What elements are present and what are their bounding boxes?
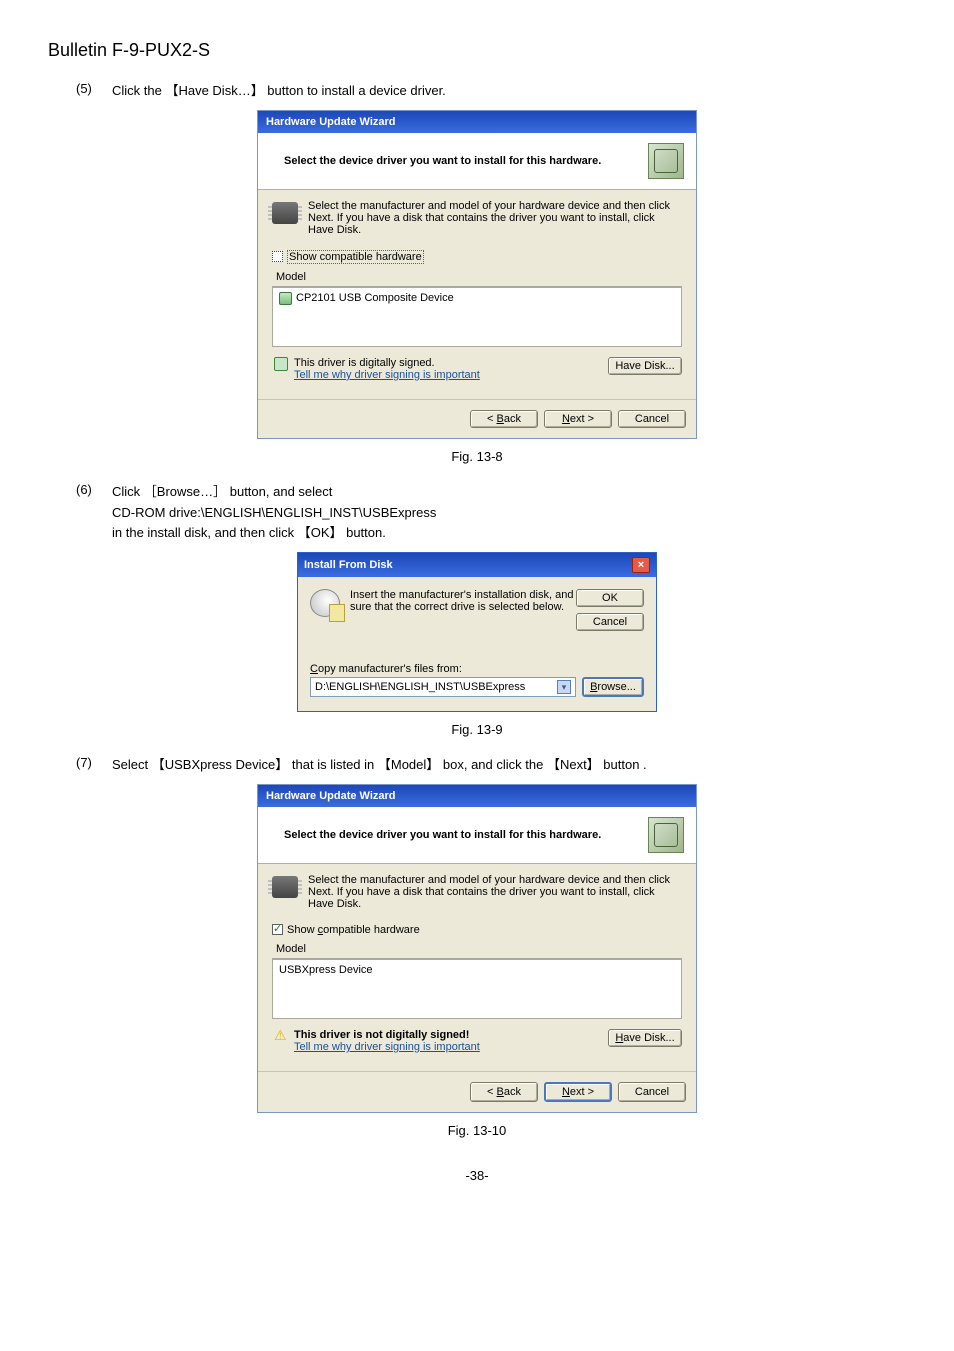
step-6: (6) Click ［Browse…］ button, and select C… bbox=[76, 482, 906, 544]
path-combobox[interactable]: D:\ENGLISH\ENGLISH_INST\USBExpress ▾ bbox=[310, 677, 576, 697]
page-number: -38- bbox=[48, 1168, 906, 1183]
step-6-line3: in the install disk, and then click 【OK】… bbox=[112, 525, 386, 540]
model-column-header-2: Model bbox=[272, 940, 682, 959]
step-5-num: (5) bbox=[76, 81, 112, 102]
certificate-icon bbox=[274, 357, 288, 371]
model-listbox-2[interactable]: USBXpress Device bbox=[272, 959, 682, 1019]
back-button-2[interactable]: < Back bbox=[470, 1082, 538, 1102]
fig-13-8-caption: Fig. 13-8 bbox=[48, 449, 906, 464]
have-disk-button[interactable]: Have Disk... bbox=[608, 357, 682, 375]
cancel-button-2[interactable]: Cancel bbox=[618, 1082, 686, 1102]
bulletin-title: Bulletin F-9-PUX2-S bbox=[48, 40, 906, 61]
wizard2-header: Select the device driver you want to ins… bbox=[258, 807, 696, 864]
unsigned-status-text: This driver is not digitally signed! bbox=[294, 1029, 480, 1041]
step-5: (5) Click the 【Have Disk…】 button to ins… bbox=[76, 81, 906, 102]
model-item-label-2: USBXpress Device bbox=[279, 964, 373, 976]
wizard1-header: Select the device driver you want to ins… bbox=[258, 133, 696, 190]
show-compatible-checkbox-row[interactable]: Show compatible hardware bbox=[272, 250, 682, 264]
driver-signing-link-2[interactable]: Tell me why driver signing is important bbox=[294, 1041, 480, 1053]
signed-status-text: This driver is digitally signed. bbox=[294, 357, 480, 369]
hardware-wizard-1: Hardware Update Wizard Select the device… bbox=[257, 110, 697, 439]
cancel-button[interactable]: Cancel bbox=[618, 410, 686, 428]
chip-icon bbox=[272, 202, 298, 224]
step-7: (7) Select 【USBXpress Device】 that is li… bbox=[76, 755, 906, 776]
show-compatible-label-2: Show compatible hardware bbox=[287, 924, 420, 936]
next-button-2[interactable]: Next > bbox=[544, 1082, 612, 1102]
step-7-text: Select 【USBXpress Device】 that is listed… bbox=[112, 755, 647, 776]
model-column-header: Model bbox=[272, 268, 682, 287]
warning-icon bbox=[274, 1029, 288, 1043]
model-item-cp2101[interactable]: CP2101 USB Composite Device bbox=[279, 292, 675, 305]
show-compatible-label: Show compatible hardware bbox=[287, 250, 424, 264]
hardware-wizard-2: Hardware Update Wizard Select the device… bbox=[257, 784, 697, 1113]
checkbox-checked-icon[interactable] bbox=[272, 924, 283, 935]
step-6-line2: CD-ROM drive:\ENGLISH\ENGLISH_INST\USBEx… bbox=[112, 505, 436, 520]
step-6-line1: Click ［Browse…］ button, and select bbox=[112, 484, 332, 499]
checkbox-unchecked-icon[interactable] bbox=[272, 251, 283, 262]
step-6-num: (6) bbox=[76, 482, 112, 544]
ok-button[interactable]: OK bbox=[576, 589, 644, 607]
browse-button[interactable]: Browse... bbox=[582, 677, 644, 697]
back-button[interactable]: < Back bbox=[470, 410, 538, 428]
fig-13-10-caption: Fig. 13-10 bbox=[48, 1123, 906, 1138]
copy-from-label: Copy manufacturer's files from: bbox=[310, 663, 644, 675]
ifd-titlebar: Install From Disk × bbox=[298, 553, 656, 577]
wizard2-heading: Select the device driver you want to ins… bbox=[270, 829, 648, 841]
chevron-down-icon[interactable]: ▾ bbox=[557, 680, 571, 694]
chip-icon bbox=[272, 876, 298, 898]
wizard1-heading: Select the device driver you want to ins… bbox=[270, 155, 648, 167]
signed-driver-icon bbox=[279, 292, 292, 305]
fig-13-9-caption: Fig. 13-9 bbox=[48, 722, 906, 737]
next-button[interactable]: Next > bbox=[544, 410, 612, 428]
driver-signing-link[interactable]: Tell me why driver signing is important bbox=[294, 369, 480, 381]
wizard1-instruction: Select the manufacturer and model of you… bbox=[308, 200, 682, 236]
install-from-disk-dialog: Install From Disk × Insert the manufactu… bbox=[297, 552, 657, 712]
have-disk-button-2[interactable]: Have Disk... bbox=[608, 1029, 682, 1047]
chip-device-icon bbox=[648, 817, 684, 853]
chip-device-icon bbox=[648, 143, 684, 179]
show-compatible-checkbox-row-2[interactable]: Show compatible hardware bbox=[272, 924, 682, 936]
step-7-num: (7) bbox=[76, 755, 112, 776]
model-item-usbxpress[interactable]: USBXpress Device bbox=[279, 964, 675, 976]
wizard2-instruction: Select the manufacturer and model of you… bbox=[308, 874, 682, 910]
path-value: D:\ENGLISH\ENGLISH_INST\USBExpress bbox=[315, 681, 525, 693]
close-icon[interactable]: × bbox=[632, 557, 650, 573]
model-item-label: CP2101 USB Composite Device bbox=[296, 292, 454, 304]
wizard1-titlebar: Hardware Update Wizard bbox=[258, 111, 696, 133]
wizard2-titlebar: Hardware Update Wizard bbox=[258, 785, 696, 807]
disk-floppy-icon bbox=[310, 589, 340, 617]
model-listbox[interactable]: CP2101 USB Composite Device bbox=[272, 287, 682, 347]
ifd-cancel-button[interactable]: Cancel bbox=[576, 613, 644, 631]
ifd-title-text: Install From Disk bbox=[304, 559, 393, 571]
step-5-text: Click the 【Have Disk…】 button to install… bbox=[112, 81, 446, 102]
